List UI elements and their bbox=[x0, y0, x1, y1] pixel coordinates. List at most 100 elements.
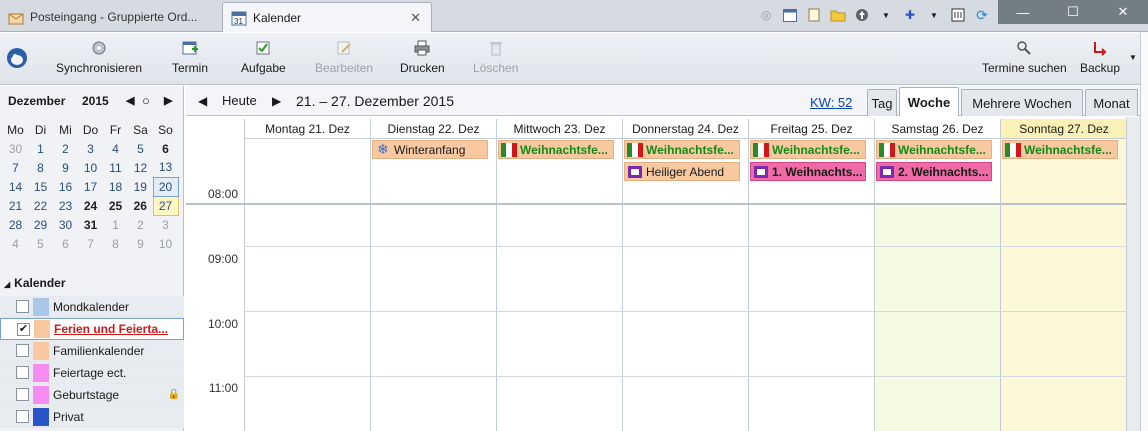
day-column[interactable] bbox=[748, 205, 874, 431]
mini-calendar-day[interactable]: 30 bbox=[3, 139, 28, 158]
mini-calendar-day[interactable]: 4 bbox=[3, 234, 28, 253]
day-column[interactable] bbox=[496, 205, 622, 431]
calendar-checkbox[interactable] bbox=[16, 344, 29, 357]
mini-calendar-day[interactable]: 19 bbox=[128, 177, 153, 196]
next-month-icon[interactable]: ▶ bbox=[164, 94, 172, 107]
calendar-checkbox[interactable] bbox=[16, 300, 29, 313]
mini-calendar-day[interactable]: 10 bbox=[153, 234, 178, 253]
day-header[interactable]: Dienstag 22. Dez bbox=[370, 119, 496, 139]
mini-calendar-day[interactable]: 9 bbox=[53, 158, 78, 177]
mini-calendar-day[interactable]: 2 bbox=[128, 215, 153, 234]
close-window-icon[interactable]: ✕ bbox=[1098, 0, 1148, 24]
event-weihnachtsferien[interactable]: Weihnachtsfe... bbox=[624, 140, 740, 159]
mini-calendar-day[interactable]: 9 bbox=[128, 234, 153, 253]
calendar-checkbox[interactable] bbox=[16, 366, 29, 379]
day-header[interactable]: Mittwoch 23. Dez bbox=[496, 119, 622, 139]
mini-calendar-day[interactable]: 22 bbox=[28, 196, 53, 215]
calendar-item[interactable]: Mondkalender bbox=[0, 296, 184, 318]
folder-icon[interactable] bbox=[830, 7, 846, 23]
calendars-section-header[interactable]: ◢ Kalender bbox=[0, 276, 184, 296]
mini-calendar-day[interactable]: 11 bbox=[103, 158, 128, 177]
mini-calendar-day[interactable]: 15 bbox=[28, 177, 53, 196]
maximize-icon[interactable]: ☐ bbox=[1048, 0, 1098, 24]
mini-calendar-day[interactable]: 6 bbox=[53, 234, 78, 253]
new-event-button[interactable]: Termin bbox=[172, 39, 208, 75]
mini-calendar-day[interactable]: 24 bbox=[78, 196, 103, 215]
event-weihnachtsferien[interactable]: Weihnachtsfe... bbox=[1002, 140, 1118, 159]
next-week-icon[interactable]: ▶ bbox=[272, 94, 281, 108]
mini-calendar-day[interactable]: 12 bbox=[128, 158, 153, 177]
mini-calendar-day[interactable]: 16 bbox=[53, 177, 78, 196]
mini-calendar-day[interactable]: 21 bbox=[3, 196, 28, 215]
notes-icon[interactable] bbox=[806, 7, 822, 23]
mini-calendar-day[interactable]: 28 bbox=[3, 215, 28, 234]
sync-status-icon[interactable]: ◎ bbox=[758, 7, 774, 23]
mini-calendar-day[interactable]: 5 bbox=[28, 234, 53, 253]
mini-calendar-day[interactable]: 5 bbox=[128, 139, 153, 158]
tab-multiweek[interactable]: Mehrere Wochen bbox=[961, 89, 1083, 116]
day-header[interactable]: Sonntag 27. Dez bbox=[1000, 119, 1127, 139]
mini-calendar-day[interactable]: 17 bbox=[78, 177, 103, 196]
mini-calendar-day[interactable]: 7 bbox=[78, 234, 103, 253]
calendar-checkbox[interactable] bbox=[16, 388, 29, 401]
delete-button[interactable]: Löschen bbox=[473, 39, 518, 75]
day-column[interactable] bbox=[1000, 205, 1127, 431]
calendar-item[interactable]: Privat bbox=[0, 406, 184, 428]
calendar-small-icon[interactable] bbox=[782, 7, 798, 23]
mini-calendar-day[interactable]: 29 bbox=[28, 215, 53, 234]
mini-calendar-day[interactable]: 14 bbox=[3, 177, 28, 196]
upload-icon[interactable] bbox=[854, 7, 870, 23]
mini-calendar-day[interactable]: 23 bbox=[53, 196, 78, 215]
calendar-item[interactable]: Familienkalender bbox=[0, 340, 184, 362]
mini-calendar-day[interactable]: 2 bbox=[53, 139, 78, 158]
tab-day[interactable]: Tag bbox=[867, 89, 897, 116]
event-winteranfang[interactable]: ❄ Winteranfang bbox=[372, 140, 488, 159]
today-button[interactable]: Heute bbox=[222, 93, 257, 108]
event-weihnachtsferien[interactable]: Weihnachtsfe... bbox=[498, 140, 614, 159]
new-task-button[interactable]: Aufgabe bbox=[241, 39, 286, 75]
backup-button[interactable]: Backup bbox=[1080, 39, 1120, 75]
mini-calendar-day[interactable]: 4 bbox=[103, 139, 128, 158]
day-header[interactable]: Montag 21. Dez bbox=[244, 119, 370, 139]
event-heiliger-abend[interactable]: Heiliger Abend bbox=[624, 162, 740, 181]
vertical-scrollbar[interactable] bbox=[1126, 117, 1140, 431]
day-column[interactable] bbox=[370, 205, 496, 431]
mini-calendar-day[interactable]: 27 bbox=[152, 195, 179, 216]
mini-calendar-day[interactable]: 26 bbox=[128, 196, 153, 215]
chevron-down-icon[interactable]: ▼ bbox=[926, 7, 942, 23]
mini-calendar-day[interactable]: 10 bbox=[78, 158, 103, 177]
chevron-down-icon[interactable]: ▼ bbox=[878, 7, 894, 23]
week-number-link[interactable]: KW: 52 bbox=[810, 95, 852, 110]
mini-calendar-day[interactable]: 6 bbox=[153, 139, 178, 158]
event-weihnachtstag-2[interactable]: 2. Weihnachts... bbox=[876, 162, 992, 181]
mini-calendar-day[interactable]: 8 bbox=[103, 234, 128, 253]
puzzle-icon[interactable]: ✚ bbox=[902, 7, 918, 23]
mini-calendar-day[interactable]: 3 bbox=[153, 215, 178, 234]
calendar-item[interactable]: ✔ Ferien und Feierta... bbox=[0, 318, 184, 340]
calendar-item[interactable]: Geburtstage 🔒 bbox=[0, 384, 184, 406]
minimize-icon[interactable]: — bbox=[998, 0, 1048, 24]
chevron-down-icon[interactable]: ▼ bbox=[1129, 53, 1137, 62]
mini-calendar-day[interactable]: 30 bbox=[53, 215, 78, 234]
tab-calendar[interactable]: 31 Kalender ✕ bbox=[222, 2, 432, 32]
calendar-checkbox[interactable] bbox=[16, 410, 29, 423]
sync-button[interactable]: Synchronisieren bbox=[56, 39, 142, 75]
mini-calendar-day[interactable]: 3 bbox=[78, 139, 103, 158]
day-column[interactable] bbox=[874, 205, 1000, 431]
print-button[interactable]: Drucken bbox=[400, 39, 445, 75]
day-column[interactable] bbox=[244, 205, 370, 431]
close-icon[interactable]: ✕ bbox=[410, 10, 421, 26]
day-header[interactable]: Donnerstag 24. Dez bbox=[622, 119, 748, 139]
calendar-item[interactable]: Feiertage ect. bbox=[0, 362, 184, 384]
tab-week[interactable]: Woche bbox=[899, 87, 959, 116]
event-weihnachtsferien[interactable]: Weihnachtsfe... bbox=[876, 140, 992, 159]
mini-calendar-day[interactable]: 25 bbox=[103, 196, 128, 215]
mini-calendar-day[interactable]: 1 bbox=[28, 139, 53, 158]
mini-calendar-day[interactable]: 7 bbox=[3, 158, 28, 177]
mini-calendar-day[interactable]: 18 bbox=[103, 177, 128, 196]
refresh-icon[interactable]: ⟳ bbox=[974, 7, 990, 23]
tab-inbox[interactable]: Posteingang - Gruppierte Ord... bbox=[0, 2, 220, 32]
prev-week-icon[interactable]: ◀ bbox=[198, 94, 207, 108]
edit-button[interactable]: Bearbeiten bbox=[315, 39, 373, 75]
calendar-checkbox[interactable]: ✔ bbox=[17, 322, 30, 336]
